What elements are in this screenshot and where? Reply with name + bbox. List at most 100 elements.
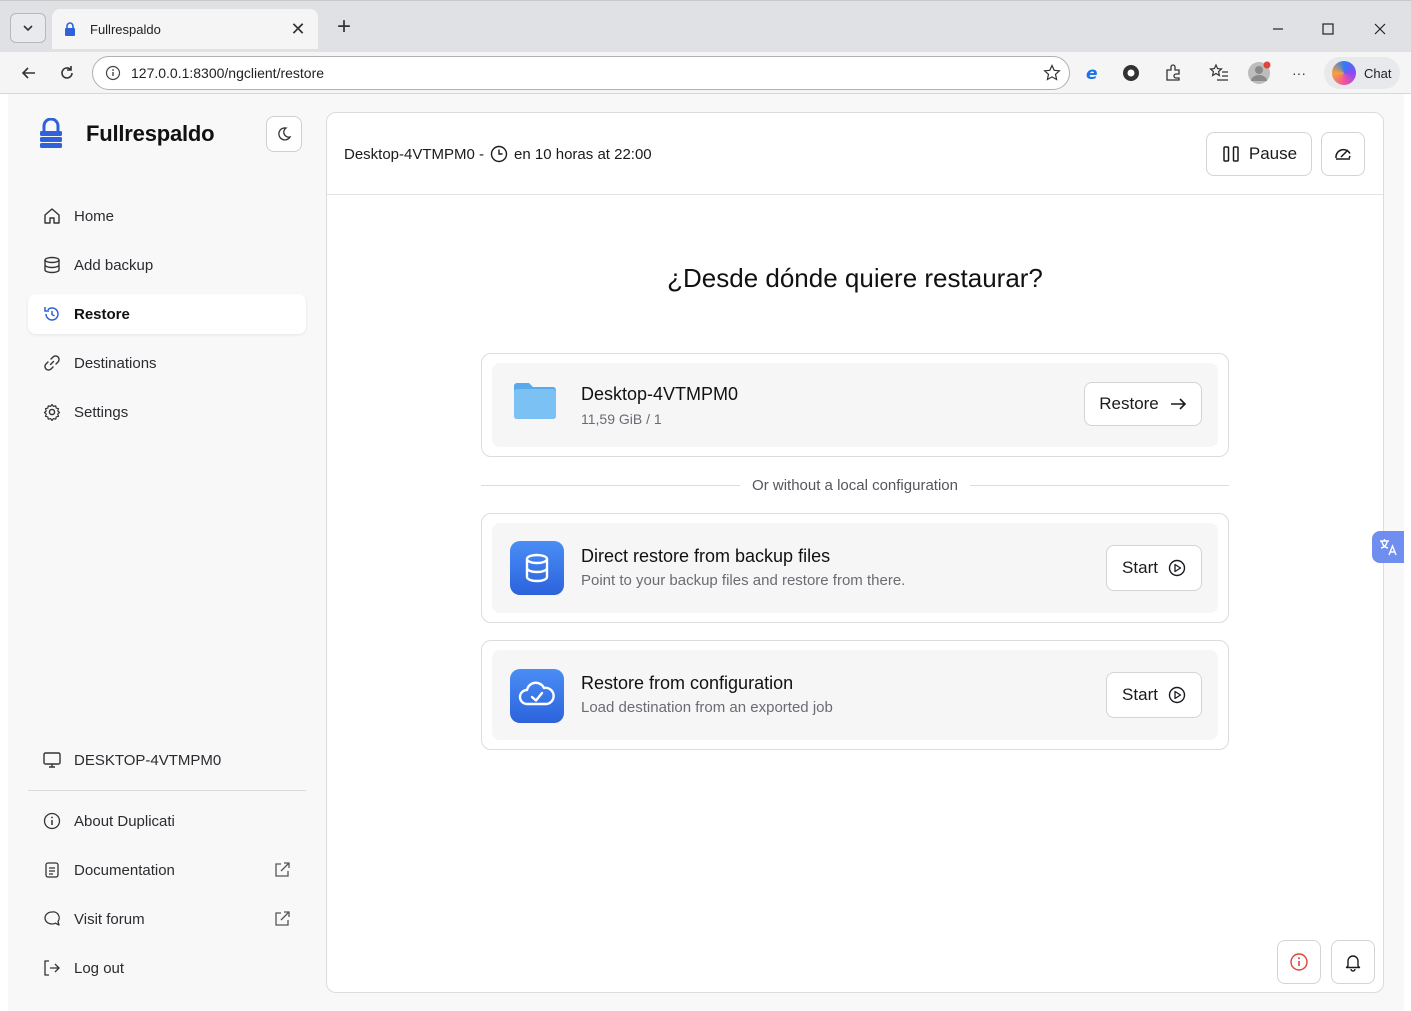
machine-label: DESKTOP-4VTMPM0 xyxy=(74,751,222,769)
direct-restore-card: Direct restore from backup files Point t… xyxy=(481,513,1229,623)
sidebar-item-restore[interactable]: Restore xyxy=(28,294,306,334)
favorites-button[interactable] xyxy=(1206,60,1232,86)
external-link-icon xyxy=(275,911,290,926)
cloud-check-icon xyxy=(510,669,564,723)
sidebar-item-destinations[interactable]: Destinations xyxy=(28,343,306,383)
chat-label: Chat xyxy=(1364,65,1392,81)
extension-button[interactable] xyxy=(1118,60,1144,86)
separator-line xyxy=(969,484,1230,486)
arrow-left-icon xyxy=(21,67,35,79)
config-restore-card: Restore from configuration Load destinat… xyxy=(481,640,1229,750)
reload-button[interactable] xyxy=(54,60,80,86)
link-icon xyxy=(42,353,62,373)
sidebar-divider xyxy=(28,790,306,791)
page-title: ¿Desde dónde quiere restaurar? xyxy=(667,263,1043,293)
sidebar-item-settings[interactable]: Settings xyxy=(28,392,306,432)
pause-label: Pause xyxy=(1248,144,1298,163)
restore-label: Restore xyxy=(1099,394,1159,413)
throttle-button[interactable] xyxy=(1321,132,1365,176)
bell-icon xyxy=(1345,955,1361,972)
tab-actions-menu-button[interactable] xyxy=(10,13,46,43)
direct-restore-subtitle: Point to your backup files and restore f… xyxy=(581,572,906,589)
or-separator: Or without a local configuration xyxy=(481,475,1230,495)
pause-button[interactable]: Pause xyxy=(1206,132,1312,176)
gauge-icon xyxy=(1335,148,1351,160)
app-root: Fullrespaldo Home Add backup Restore Des… xyxy=(8,94,1404,1011)
browser-toolbar: 127.0.0.1:8300/ngclient/restore e ··· Ch… xyxy=(0,52,1411,94)
address-bar[interactable]: 127.0.0.1:8300/ngclient/restore xyxy=(92,56,1070,90)
maximize-icon xyxy=(1322,23,1334,35)
sidebar: Fullrespaldo Home Add backup Restore Des… xyxy=(8,94,318,1011)
schedule-time: en 10 horas at 22:00 xyxy=(514,145,652,163)
lock-icon xyxy=(65,22,75,36)
sidebar-nav: Home Add backup Restore Destinations Set… xyxy=(28,196,306,441)
extensions-button[interactable] xyxy=(1160,60,1186,86)
sidebar-item-about[interactable]: About Duplicati xyxy=(28,801,306,841)
info-icon xyxy=(105,65,121,81)
sidebar-item-label: Documentation xyxy=(74,861,175,879)
backup-card: Desktop-4VTMPM0 11,59 GiB / 1 Restore xyxy=(481,353,1229,457)
sidebar-item-label: Visit forum xyxy=(74,910,145,928)
next-backup-schedule: Desktop-4VTMPM0 - en 10 horas at 22:00 xyxy=(344,145,652,163)
schedule-machine: Desktop-4VTMPM0 - xyxy=(344,145,485,163)
copilot-chat-button[interactable]: Chat xyxy=(1324,57,1400,89)
alerts-button[interactable] xyxy=(1277,940,1321,984)
restore-button[interactable]: Restore xyxy=(1084,382,1202,426)
minimize-button[interactable] xyxy=(1258,11,1298,47)
close-icon xyxy=(1374,23,1386,35)
info-icon xyxy=(42,811,62,831)
home-icon xyxy=(42,206,62,226)
sidebar-item-label: About Duplicati xyxy=(74,812,175,830)
direct-restore-title: Direct restore from backup files xyxy=(581,546,831,566)
separator-text: Or without a local configuration xyxy=(752,476,958,494)
favorite-star-icon[interactable] xyxy=(1043,64,1061,82)
ie-mode-button[interactable]: e xyxy=(1080,60,1106,86)
svg-text:e: e xyxy=(1086,64,1098,83)
folder-icon xyxy=(514,383,556,419)
back-button[interactable] xyxy=(16,60,42,86)
config-restore-title: Restore from configuration xyxy=(581,673,794,693)
favorites-list-icon xyxy=(1209,63,1228,81)
machine-name[interactable]: DESKTOP-4VTMPM0 xyxy=(42,750,221,770)
sidebar-item-forum[interactable]: Visit forum xyxy=(28,899,306,939)
config-restore-start-button[interactable]: Start xyxy=(1106,672,1202,718)
backup-name: Desktop-4VTMPM0 xyxy=(581,384,739,404)
sidebar-item-label: Restore xyxy=(74,305,130,323)
main-panel: Desktop-4VTMPM0 - en 10 horas at 22:00 P… xyxy=(326,112,1384,993)
maximize-button[interactable] xyxy=(1308,11,1348,47)
direct-restore-start-button[interactable]: Start xyxy=(1106,545,1202,591)
sidebar-item-documentation[interactable]: Documentation xyxy=(28,850,306,890)
sidebar-item-home[interactable]: Home xyxy=(28,196,306,236)
browser-tab[interactable]: Fullrespaldo ✕ xyxy=(52,9,318,49)
sidebar-item-label: Settings xyxy=(74,403,129,421)
monitor-icon xyxy=(43,752,61,768)
close-window-button[interactable] xyxy=(1360,11,1400,47)
document-icon xyxy=(42,860,62,880)
play-circle-icon xyxy=(1168,686,1186,704)
database-icon xyxy=(42,255,62,275)
sidebar-item-logout[interactable]: Log out xyxy=(28,948,306,988)
info-alert-icon xyxy=(1290,953,1308,971)
more-button[interactable]: ··· xyxy=(1286,60,1312,86)
sidebar-item-add-backup[interactable]: Add backup xyxy=(28,245,306,285)
translate-button[interactable] xyxy=(1372,531,1404,563)
copilot-icon xyxy=(1332,61,1356,85)
backup-size: 11,59 GiB / 1 xyxy=(581,411,662,427)
chat-icon xyxy=(42,909,62,929)
tab-title: Fullrespaldo xyxy=(90,21,161,37)
clock-icon xyxy=(490,145,508,163)
profile-button[interactable] xyxy=(1246,60,1272,86)
theme-toggle-button[interactable] xyxy=(266,116,302,152)
new-tab-button[interactable]: + xyxy=(330,13,358,41)
arrow-right-icon xyxy=(1170,398,1186,410)
status-topbar: Desktop-4VTMPM0 - en 10 horas at 22:00 P… xyxy=(327,113,1383,195)
tab-close-button[interactable]: ✕ xyxy=(288,19,308,40)
database-icon xyxy=(510,541,564,595)
notifications-button[interactable] xyxy=(1331,940,1375,984)
reload-icon xyxy=(61,66,73,79)
pause-icon xyxy=(1223,146,1239,162)
profile-avatar-icon xyxy=(1248,61,1271,84)
logout-icon xyxy=(42,958,62,978)
separator-line xyxy=(481,484,741,486)
brand-name: Fullrespaldo xyxy=(86,121,215,146)
